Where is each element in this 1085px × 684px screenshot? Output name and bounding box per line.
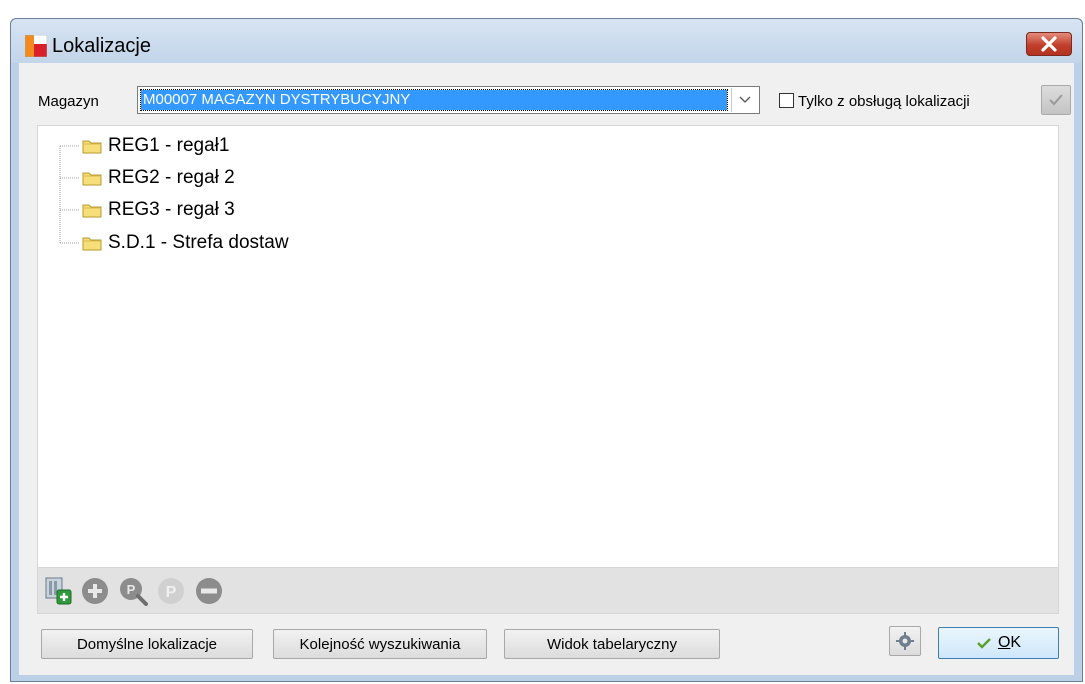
ok-mnemonic: O (997, 634, 1011, 651)
warehouse-select-value: M00007 MAGAZYN DYSTRYBUCYJNY (140, 89, 728, 111)
tree-connector-lines (59, 145, 80, 244)
tree-item[interactable]: REG1 - regał1 (82, 134, 229, 158)
tree-item[interactable]: S.D.1 - Strefa dostaw (82, 231, 289, 255)
tree-toolbar: P P (37, 568, 1059, 614)
add-table-icon[interactable] (44, 576, 74, 606)
search-order-button[interactable]: Kolejność wyszukiwania (273, 629, 487, 659)
settings-button[interactable] (889, 626, 921, 656)
only-with-locations-checkbox[interactable] (779, 93, 794, 108)
svg-text:P: P (127, 582, 136, 597)
warehouse-dropdown-button[interactable] (731, 88, 758, 112)
checkmark-icon (1049, 94, 1063, 106)
only-with-locations-label[interactable]: Tylko z obsługą lokalizacji (798, 93, 970, 110)
warehouse-label: Magazyn (38, 93, 99, 110)
dialog-client-area: Magazyn M00007 MAGAZYN DYSTRYBUCYJNY Tyl… (19, 63, 1074, 675)
remove-icon[interactable] (194, 576, 224, 606)
gear-icon (896, 632, 914, 650)
warehouse-select[interactable]: M00007 MAGAZYN DYSTRYBUCYJNY (137, 86, 760, 114)
folder-icon (82, 172, 102, 186)
title-bar[interactable]: Lokalizacje (11, 19, 1082, 63)
add-icon[interactable] (80, 576, 110, 606)
lokalizacje-window: Lokalizacje Magazyn M00007 MAGAZYN DYSTR… (10, 18, 1083, 682)
apply-filter-button[interactable] (1041, 85, 1071, 115)
tree-item-label: REG2 - regał 2 (108, 167, 235, 188)
tree-item[interactable]: REG3 - regał 3 (82, 198, 235, 222)
app-icon (25, 35, 47, 57)
table-view-button[interactable]: Widok tabelaryczny (504, 629, 720, 659)
chevron-down-icon (739, 96, 751, 103)
default-locations-button[interactable]: Domyślne lokalizacje (41, 629, 253, 659)
p-icon[interactable]: P (156, 576, 186, 606)
folder-icon (82, 204, 102, 218)
close-icon (1041, 36, 1057, 52)
locations-tree[interactable]: REG1 - regał1 REG2 - regał 2 REG3 - rega… (37, 125, 1059, 568)
svg-text:P: P (166, 584, 177, 601)
ok-label-rest: K (1010, 634, 1022, 651)
checkmark-icon (977, 637, 991, 649)
ok-label: OK (998, 634, 1021, 652)
tree-item[interactable]: REG2 - regał 2 (82, 166, 235, 190)
tree-item-label: REG3 - regał 3 (108, 199, 235, 220)
tree-item-label: S.D.1 - Strefa dostaw (108, 232, 289, 253)
folder-icon (82, 237, 102, 251)
close-button[interactable] (1026, 32, 1072, 56)
window-title: Lokalizacje (52, 35, 151, 57)
folder-icon (82, 140, 102, 154)
ok-button[interactable]: OK (938, 627, 1059, 659)
preview-icon[interactable]: P (118, 576, 148, 606)
tree-item-label: REG1 - regał1 (108, 135, 230, 156)
